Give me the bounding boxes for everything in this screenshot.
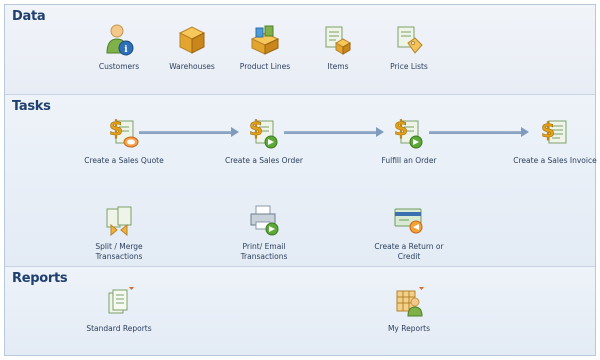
split-merge-transactions-link[interactable]: Split / Merge Transactions xyxy=(74,203,164,262)
svg-text:$: $ xyxy=(249,116,263,140)
split-merge-icon xyxy=(106,206,132,237)
create-sales-invoice-link[interactable]: $ Create a Sales Invoice xyxy=(510,115,600,166)
print-email-label-line2: Transactions xyxy=(240,252,288,261)
tasks-section-title: Tasks xyxy=(12,99,51,114)
print-email-label-line1: Print/ Email xyxy=(242,242,286,251)
print-email-icon xyxy=(250,205,279,236)
sales-dashboard: Data i Customers Warehouses Product Line… xyxy=(4,4,597,356)
flow-arrow-2 xyxy=(284,127,384,137)
standard-reports-link[interactable]: Standard Reports xyxy=(74,285,164,334)
my-reports-icon xyxy=(396,287,424,317)
flow-arrow-3 xyxy=(429,127,529,137)
split-merge-label: Split / Merge Transactions xyxy=(74,242,164,262)
return-credit-label-line2: Credit xyxy=(397,252,421,261)
data-section-title: Data xyxy=(12,9,46,24)
create-sales-invoice-label: Create a Sales Invoice xyxy=(513,156,597,165)
price-list-icon xyxy=(397,26,423,54)
create-sales-quote-link[interactable]: $ Create a Sales Quote xyxy=(79,115,169,166)
split-merge-label-line2: Transactions xyxy=(95,252,143,261)
tasks-section: Tasks $ Create a Sales Quote $ Create a … xyxy=(5,95,597,267)
print-email-transactions-link[interactable]: Print/ Email Transactions xyxy=(219,203,309,262)
my-reports-link[interactable]: My Reports xyxy=(364,285,454,334)
return-credit-icon xyxy=(394,208,423,234)
data-section: Data i Customers Warehouses Product Line… xyxy=(5,5,595,95)
fulfill-order-link[interactable]: $ Fulfill an Order xyxy=(364,115,454,166)
product-lines-icon xyxy=(250,25,280,55)
sales-quote-icon: $ xyxy=(109,116,139,148)
sales-invoice-icon: $ xyxy=(541,118,567,144)
create-sales-order-link[interactable]: $ Create a Sales Order xyxy=(219,115,309,166)
sales-order-icon: $ xyxy=(249,116,278,149)
warehouse-icon xyxy=(178,26,206,54)
svg-text:i: i xyxy=(124,45,128,55)
create-sales-order-label: Create a Sales Order xyxy=(225,156,303,165)
print-email-label: Print/ Email Transactions xyxy=(219,242,309,262)
price-lists-label: Price Lists xyxy=(390,62,428,71)
flow-arrow-1 xyxy=(139,127,239,137)
standard-reports-label: Standard Reports xyxy=(86,324,152,333)
customer-icon: i xyxy=(106,24,134,56)
fulfill-order-label: Fulfill an Order xyxy=(381,156,437,165)
split-merge-label-line1: Split / Merge xyxy=(95,242,143,251)
create-sales-quote-label: Create a Sales Quote xyxy=(84,156,164,165)
svg-text:$: $ xyxy=(541,118,555,142)
my-reports-label: My Reports xyxy=(387,324,431,333)
return-credit-label-line1: Create a Return or xyxy=(374,242,444,251)
svg-text:$: $ xyxy=(109,116,123,140)
fulfill-order-icon: $ xyxy=(394,116,423,149)
reports-section: Reports Standard Reports My Reports xyxy=(5,267,595,355)
standard-reports-icon xyxy=(108,287,134,314)
return-credit-label: Create a Return or Credit xyxy=(364,242,454,262)
svg-text:$: $ xyxy=(394,116,408,140)
price-lists-link[interactable]: Price Lists xyxy=(364,23,454,72)
items-icon xyxy=(325,26,352,55)
create-return-credit-link[interactable]: Create a Return or Credit xyxy=(364,203,454,262)
reports-section-title: Reports xyxy=(12,271,68,286)
